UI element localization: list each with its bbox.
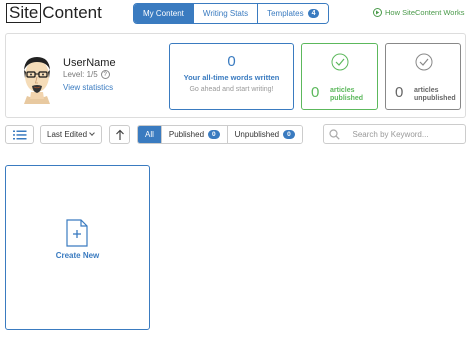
tab-my-content[interactable]: My Content — [134, 4, 193, 23]
status-filter-group: All Published 0 Unpublished 0 — [137, 125, 303, 144]
arrow-up-icon — [115, 129, 124, 140]
how-it-works-label: How SiteContent Works — [385, 8, 465, 17]
search-input[interactable] — [352, 129, 465, 139]
user-level-text: Level: 1/5 — [63, 70, 98, 79]
unpublished-count-badge: 0 — [283, 130, 295, 139]
new-document-icon — [66, 219, 88, 247]
filter-unpublished-label: Unpublished — [234, 130, 280, 139]
list-view-button[interactable] — [5, 125, 34, 144]
search-icon — [324, 125, 346, 143]
site-logo[interactable]: Site Content — [6, 2, 102, 24]
published-card: 0 articles published — [301, 43, 378, 110]
check-circle-icon — [331, 53, 349, 71]
filter-published[interactable]: Published 0 — [160, 126, 227, 143]
logo-content-text: Content — [42, 3, 102, 22]
sort-direction-button[interactable] — [109, 125, 130, 144]
create-new-label: Create New — [55, 251, 100, 260]
tab-writing-stats[interactable]: Writing Stats — [192, 4, 258, 23]
unpublished-card: 0 articles unpublished — [385, 43, 461, 110]
words-count: 0 — [227, 53, 236, 70]
published-label-line2: published — [330, 95, 364, 102]
view-statistics-link[interactable]: View statistics — [63, 83, 113, 92]
sort-label: Last Edited — [47, 130, 88, 139]
create-new-card[interactable]: Create New — [5, 165, 150, 330]
words-subtext: Go ahead and start writing! — [189, 86, 274, 93]
chevron-down-icon — [89, 130, 95, 136]
tab-templates[interactable]: Templates 4 — [257, 4, 329, 23]
filter-published-label: Published — [168, 130, 205, 139]
tab-templates-label: Templates — [267, 9, 304, 18]
how-it-works-link[interactable]: How SiteContent Works — [373, 8, 464, 17]
templates-count-badge: 4 — [307, 9, 320, 18]
published-count: 0 — [311, 84, 320, 101]
unpublished-label-line1: articles — [414, 87, 439, 94]
published-label-line1: articles — [330, 87, 355, 94]
sort-dropdown[interactable]: Last Edited — [40, 125, 102, 144]
avatar — [17, 52, 57, 104]
search-box — [323, 124, 466, 144]
main-tabs: My Content Writing Stats Templates 4 — [133, 3, 330, 24]
list-icon — [12, 130, 26, 139]
words-written-card: 0 Your all-time words written Go ahead a… — [169, 43, 294, 110]
play-icon — [373, 8, 382, 17]
profile-panel: UserName Level: 1/5 ? View statistics 0 … — [5, 33, 466, 118]
filter-all[interactable]: All — [138, 126, 161, 143]
user-level: Level: 1/5 ? — [63, 70, 110, 79]
logo-site-text: Site — [6, 3, 42, 23]
published-label: articles published — [330, 87, 363, 103]
unpublished-count: 0 — [395, 84, 404, 101]
unpublished-label-line2: unpublished — [414, 95, 456, 102]
username: UserName — [63, 57, 116, 69]
unpublished-label: articles unpublished — [414, 87, 456, 103]
help-icon[interactable]: ? — [100, 70, 110, 79]
check-circle-icon — [415, 53, 433, 71]
published-count-badge: 0 — [208, 130, 220, 139]
filter-unpublished[interactable]: Unpublished 0 — [226, 126, 302, 143]
words-label: Your all-time words written — [183, 73, 280, 82]
